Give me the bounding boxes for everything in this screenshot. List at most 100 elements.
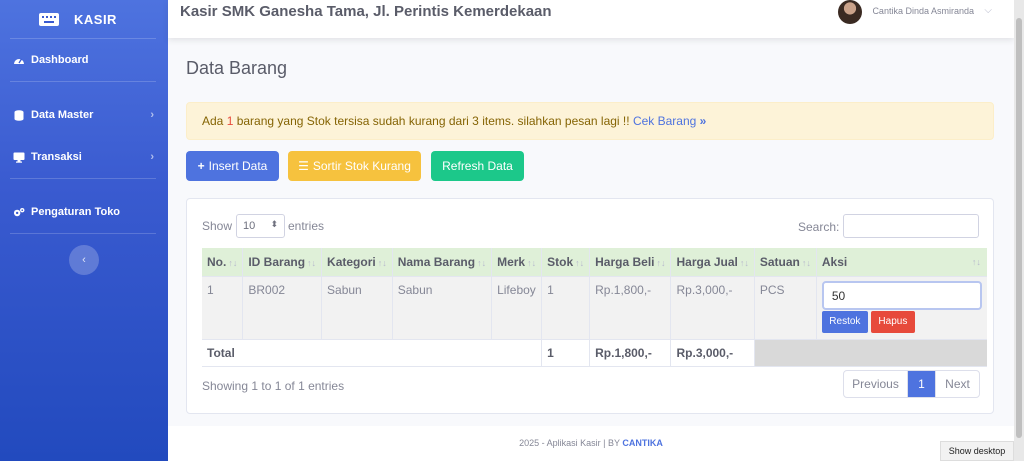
footer-brand: CANTIKA <box>622 438 663 448</box>
chevron-down-icon[interactable]: ⌵ <box>984 5 992 16</box>
avatar[interactable] <box>838 0 862 24</box>
cell-no: 1 <box>202 275 244 339</box>
cell-harga-jual: Rp.3,000,- <box>670 275 755 339</box>
sort-icon: ↑↓ <box>307 257 317 268</box>
barang-table: No. ↑↓ ID Barang ↑↓ Kategori ↑↓ Nama Barang… <box>202 248 987 367</box>
sort-icon: ↑↓ <box>739 257 749 268</box>
sidebar-divider <box>10 38 156 39</box>
total-stok: 1 <box>541 338 591 367</box>
sidebar-item-label: Transaksi <box>31 151 82 163</box>
alert-prefix: Ada <box>202 114 227 128</box>
total-harga-beli: Rp.1,800,- <box>589 338 672 367</box>
column-header-id-barang[interactable]: ID Barang ↑↓ <box>242 248 323 276</box>
column-header-satuan[interactable]: Satuan ↑↓ <box>754 248 817 276</box>
footer-text: 2025 - Aplikasi Kasir | BY <box>519 438 623 448</box>
sidebar-item-label: Pengaturan Toko <box>31 206 121 218</box>
row-actions: Restok Hapus <box>821 310 982 333</box>
user-name[interactable]: Cantika Dinda Asmiranda <box>872 6 974 16</box>
restok-button[interactable]: Restok <box>821 310 868 333</box>
cell-kategori: Sabun <box>321 275 393 339</box>
entries-info: Showing 1 to 1 of 1 entries <box>202 379 345 393</box>
page-1-button[interactable]: 1 <box>908 371 935 397</box>
sidebar-item-pengaturan-toko[interactable]: Pengaturan Toko <box>0 202 168 222</box>
chevron-right-icon: › <box>150 109 154 121</box>
sort-low-stock-label: Sortir Stok Kurang <box>312 159 411 173</box>
sort-icon: ↑↓ <box>228 257 238 268</box>
sort-icon: ↑↓ <box>801 257 811 268</box>
column-header-stok[interactable]: Stok ↑↓ <box>541 248 591 276</box>
cell-nama-barang: Sabun <box>392 275 493 339</box>
alert-message: barang yang Stok tersisa sudah kurang da… <box>233 114 633 128</box>
restock-quantity-input[interactable]: 50 <box>821 280 982 310</box>
database-icon <box>13 109 25 121</box>
sidebar-item-transaksi[interactable]: Transaksi › <box>0 147 168 167</box>
column-header-aksi[interactable]: Aksi ↑↓ <box>816 248 987 276</box>
column-header-kategori[interactable]: Kategori ↑↓ <box>321 248 393 276</box>
plus-icon: + <box>197 159 205 173</box>
sidebar-divider <box>10 233 156 234</box>
previous-page-button[interactable]: Previous <box>844 371 908 397</box>
sidebar-item-label: Data Master <box>31 109 94 121</box>
sort-icon: ↑↓ <box>377 257 387 268</box>
table-row: 1 BR002 Sabun Sabun Lifeboy 1 Rp.1,800,-… <box>202 275 987 339</box>
column-header-no[interactable]: No. ↑↓ <box>202 248 244 276</box>
sidebar-divider <box>10 178 156 179</box>
total-label: Total <box>202 338 543 367</box>
pagination: Previous 1 Next <box>843 370 980 398</box>
column-header-merk[interactable]: Merk ↑↓ <box>491 248 543 276</box>
sort-low-stock-button[interactable]: ☰ Sortir Stok Kurang <box>288 151 421 181</box>
footer: 2025 - Aplikasi Kasir | BY CANTIKA <box>168 426 1014 461</box>
sort-icon: ↑↓ <box>575 257 585 268</box>
data-table-card: Show 10 ⬍ entries Search: No. ↑↓ ID Baran… <box>186 198 994 414</box>
search-label: Search: <box>798 220 840 234</box>
scrollbar-thumb[interactable] <box>1016 18 1022 438</box>
sidebar: KASIR Dashboard Data Master › Transaksi … <box>0 0 168 461</box>
desktop-icon <box>13 151 25 163</box>
page-scrollbar[interactable] <box>1014 0 1024 461</box>
chevron-right-icon: › <box>150 151 154 163</box>
page-title: Data Barang <box>186 58 288 78</box>
sidebar-divider <box>10 81 156 82</box>
cek-barang-link[interactable]: Cek Barang » <box>633 114 706 128</box>
column-header-harga-beli[interactable]: Harga Beli ↑↓ <box>589 248 672 276</box>
gears-icon <box>13 206 25 218</box>
column-header-harga-jual[interactable]: Harga Jual ↑↓ <box>670 248 755 276</box>
search-input[interactable] <box>843 214 979 238</box>
show-desktop-button[interactable]: Show desktop <box>940 441 1014 461</box>
cell-harga-beli: Rp.1,800,- <box>589 275 672 339</box>
insert-data-button[interactable]: + Insert Data <box>186 151 279 181</box>
keyboard-icon <box>38 10 60 28</box>
sort-icon: ↑↓ <box>971 257 981 267</box>
sidebar-toggle-button[interactable]: ‹ <box>69 245 99 275</box>
cell-stok: 1 <box>541 275 591 339</box>
page-size-value: 10 <box>243 220 256 232</box>
store-title: Kasir SMK Ganesha Tama, Jl. Perintis Kem… <box>180 3 552 20</box>
sidebar-item-label: Dashboard <box>31 54 89 66</box>
total-empty-cell <box>754 338 987 367</box>
low-stock-alert: Ada 1 barang yang Stok tersisa sudah kur… <box>186 102 994 140</box>
refresh-data-button[interactable]: Refresh Data <box>431 151 524 181</box>
hapus-button[interactable]: Hapus <box>870 310 915 333</box>
sidebar-item-dashboard[interactable]: Dashboard <box>0 50 168 70</box>
next-page-button[interactable]: Next <box>935 371 979 397</box>
updown-caret-icon: ⬍ <box>270 219 278 229</box>
sort-icon: ↑↓ <box>477 257 487 268</box>
sort-icon: ↑↓ <box>656 257 666 268</box>
cell-aksi: 50 Restok Hapus <box>816 275 987 339</box>
sidebar-brand[interactable]: KASIR <box>0 0 168 38</box>
topbar: Kasir SMK Ganesha Tama, Jl. Perintis Kem… <box>168 0 1014 38</box>
brand-name: KASIR <box>74 11 117 27</box>
show-label: Show <box>202 219 233 233</box>
page-size-select[interactable]: 10 ⬍ <box>236 214 285 238</box>
total-harga-jual: Rp.3,000,- <box>670 338 755 367</box>
refresh-data-label: Refresh Data <box>442 159 513 173</box>
insert-data-label: Insert Data <box>208 159 268 173</box>
cell-merk: Lifeboy <box>491 275 543 339</box>
cek-barang-label: Cek Barang <box>632 114 697 128</box>
column-header-nama-barang[interactable]: Nama Barang ↑↓ <box>392 248 493 276</box>
gauge-icon <box>13 54 25 66</box>
double-chevron-right-icon: » <box>699 114 707 128</box>
sidebar-item-data-master[interactable]: Data Master › <box>0 105 168 125</box>
total-row: Total 1 Rp.1,800,- Rp.3,000,- <box>202 338 987 367</box>
entries-label: entries <box>288 219 325 233</box>
